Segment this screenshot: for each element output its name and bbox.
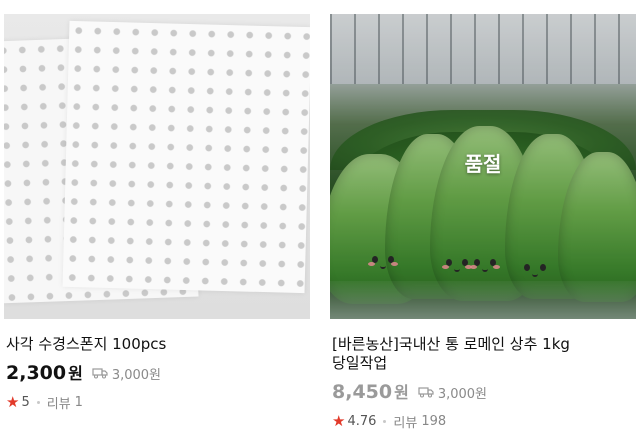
product-price: 8,450 원 — [332, 379, 409, 403]
price-currency: 원 — [394, 383, 409, 402]
price-row: 8,450 원 3,000원 — [330, 379, 636, 403]
product-title-line: [바른농산]국내산 통 로메인 상추 1kg — [332, 335, 570, 353]
shipping-fee: 3,000원 — [92, 364, 161, 383]
product-image[interactable] — [4, 14, 310, 319]
truck-icon — [92, 368, 108, 379]
sponge-sheet — [62, 20, 310, 294]
review-label: 리뷰 — [46, 397, 71, 412]
product-card[interactable]: 품절 [바른농산]국내산 통 로메인 상추 1kg 당일작업 8,450 원 3,… — [330, 0, 636, 431]
price-row: 2,300 원 3,000원 — [4, 360, 310, 384]
review-count: 198 — [421, 414, 447, 429]
rating-value: 4.76 — [347, 414, 377, 429]
star-icon: ★ — [332, 412, 346, 430]
shipping-fee-value: 3,000원 — [111, 367, 162, 383]
shipping-fee-value: 3,000원 — [437, 386, 488, 402]
shipping-fee: 3,000원 — [418, 383, 487, 402]
truck-icon — [418, 387, 434, 398]
separator-dot — [383, 420, 387, 423]
review-count: 1 — [74, 395, 83, 410]
review-label: 리뷰 — [393, 416, 418, 431]
price-value: 2,300 — [6, 362, 67, 384]
product-title[interactable]: 사각 수경스폰지 100pcs — [4, 335, 310, 354]
product-title[interactable]: [바른농산]국내산 통 로메인 상추 1kg 당일작업 — [330, 335, 636, 373]
rating-row: ★ 4.76 리뷰 198 — [330, 412, 636, 432]
separator-dot — [36, 401, 40, 404]
product-price: 2,300 원 — [6, 360, 83, 384]
product-title-line: 당일작업 — [332, 354, 388, 372]
product-image[interactable]: 품절 — [330, 14, 636, 319]
product-card[interactable]: 사각 수경스폰지 100pcs 2,300 원 3,000원 ★ 5 리뷰 1 — [4, 0, 310, 412]
star-icon: ★ — [6, 393, 20, 411]
price-value: 8,450 — [332, 381, 393, 403]
price-currency: 원 — [68, 364, 83, 383]
rating-value: 5 — [21, 395, 30, 410]
rating-row: ★ 5 리뷰 1 — [4, 393, 310, 413]
soldout-label: 품절 — [464, 152, 502, 176]
